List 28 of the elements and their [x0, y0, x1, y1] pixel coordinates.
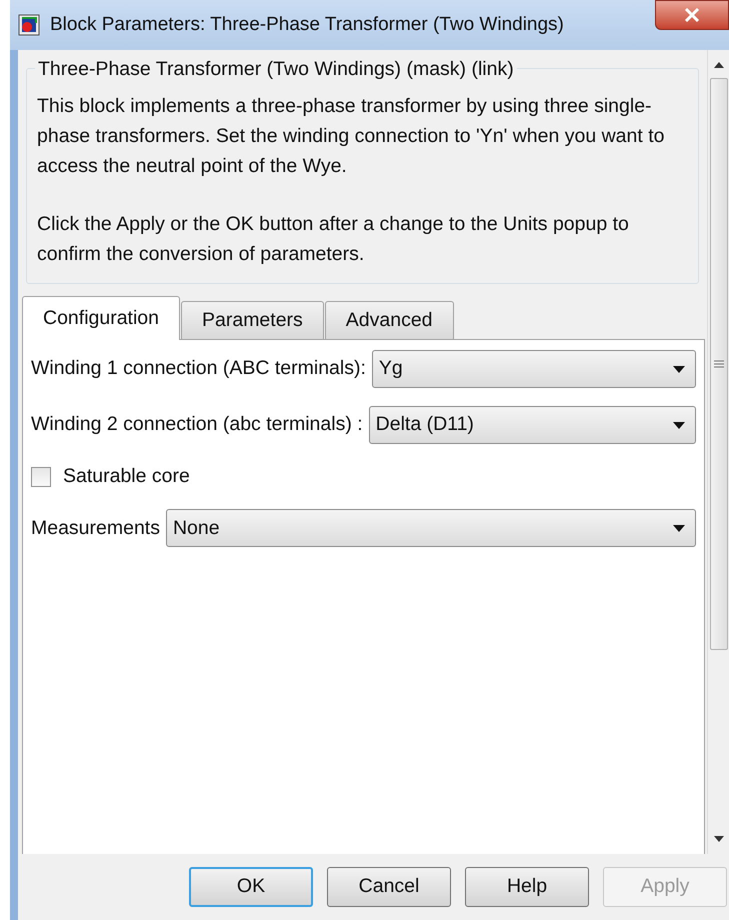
scrollbar[interactable]	[707, 50, 729, 854]
caret-icon	[673, 422, 685, 428]
dialog-button[interactable]: Cancel	[327, 867, 451, 907]
app-icon	[18, 14, 40, 36]
scrollbar-thumb[interactable]	[710, 78, 728, 650]
scroll-up-icon[interactable]	[714, 62, 724, 68]
scroll-down-icon[interactable]	[714, 836, 724, 842]
caret-icon	[673, 366, 685, 372]
tab[interactable]: Advanced	[324, 301, 454, 339]
window-title: Block Parameters: Three-Phase Transformer (Two Windings)	[50, 12, 564, 37]
close-button[interactable]	[655, 0, 729, 30]
description-text: Click the Apply or the OK button after a change to the Units popup to confirm the conversion of parameters.	[37, 212, 630, 267]
caret-icon	[673, 524, 685, 532]
description-text: This block implements a three-phase transformer by using three single-phase transformers. Set the winding connection to 'Yn' when you want to access the neutral point of the Wye.	[37, 94, 666, 179]
checkbox[interactable]	[31, 466, 51, 487]
close-icon	[684, 8, 700, 22]
dropdown[interactable]: Yg	[372, 350, 696, 388]
dropdown[interactable]: Delta (D11)	[368, 406, 696, 444]
field-label: Measurements	[31, 516, 160, 541]
field-label: Winding 2 connection (abc terminals) :	[31, 412, 363, 438]
dialog-button[interactable]: OK	[189, 867, 313, 907]
dropdown[interactable]: None	[166, 509, 696, 548]
tab[interactable]: Parameters	[181, 301, 324, 339]
dialog-button[interactable]: Help	[465, 867, 589, 907]
tab[interactable]: Configuration	[22, 296, 180, 340]
field-label: Winding 1 connection (ABC terminals):	[31, 356, 366, 382]
checkbox-option[interactable]: Saturable core	[31, 462, 190, 492]
grip-icon	[714, 360, 724, 368]
